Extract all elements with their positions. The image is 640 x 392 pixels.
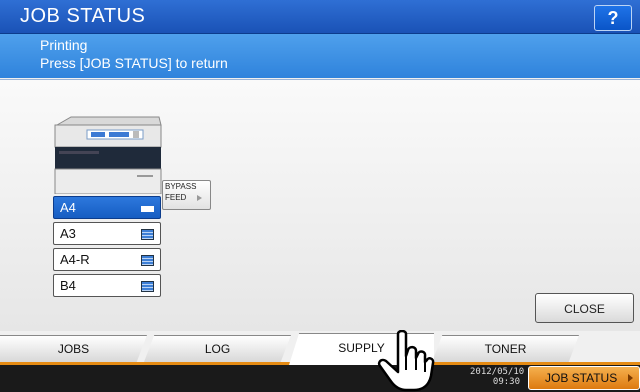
page-title: JOB STATUS [20,5,146,27]
tray-label: B4 [60,278,76,293]
bypass-label: FEED [165,193,187,202]
tray-a4[interactable]: A4 [53,196,161,219]
paper-level-icon [141,281,154,292]
chevron-right-icon [197,195,202,201]
hand-pointer-icon [377,330,435,392]
instruction-message: Press [JOB STATUS] to return [40,55,228,71]
job-status-button[interactable]: JOB STATUS [528,366,640,390]
paper-level-icon [141,255,154,266]
close-button[interactable]: CLOSE [535,293,634,323]
tray-b4[interactable]: B4 [53,274,161,297]
status-message: Printing [40,37,88,53]
date-time: 2012/05/10 09:30 [470,367,525,387]
tab-log[interactable]: LOG [144,335,291,362]
tray-a4-r[interactable]: A4-R [53,248,161,271]
tray-a3[interactable]: A3 [53,222,161,245]
time-text: 09:30 [492,377,520,387]
bypass-label: BYPASS [165,182,197,191]
help-button[interactable]: ? [594,5,632,31]
chevron-right-icon [628,374,633,382]
paper-level-icon [141,206,154,212]
copier-illustration [54,116,162,194]
tray-label: A3 [60,226,76,241]
tray-label: A4-R [60,252,90,267]
tray-label: A4 [60,200,76,215]
tab-jobs[interactable]: JOBS [0,335,147,362]
date-text: 2012/05/10 [470,367,525,377]
tab-toner[interactable]: TONER [432,335,579,362]
paper-level-icon [141,229,154,240]
